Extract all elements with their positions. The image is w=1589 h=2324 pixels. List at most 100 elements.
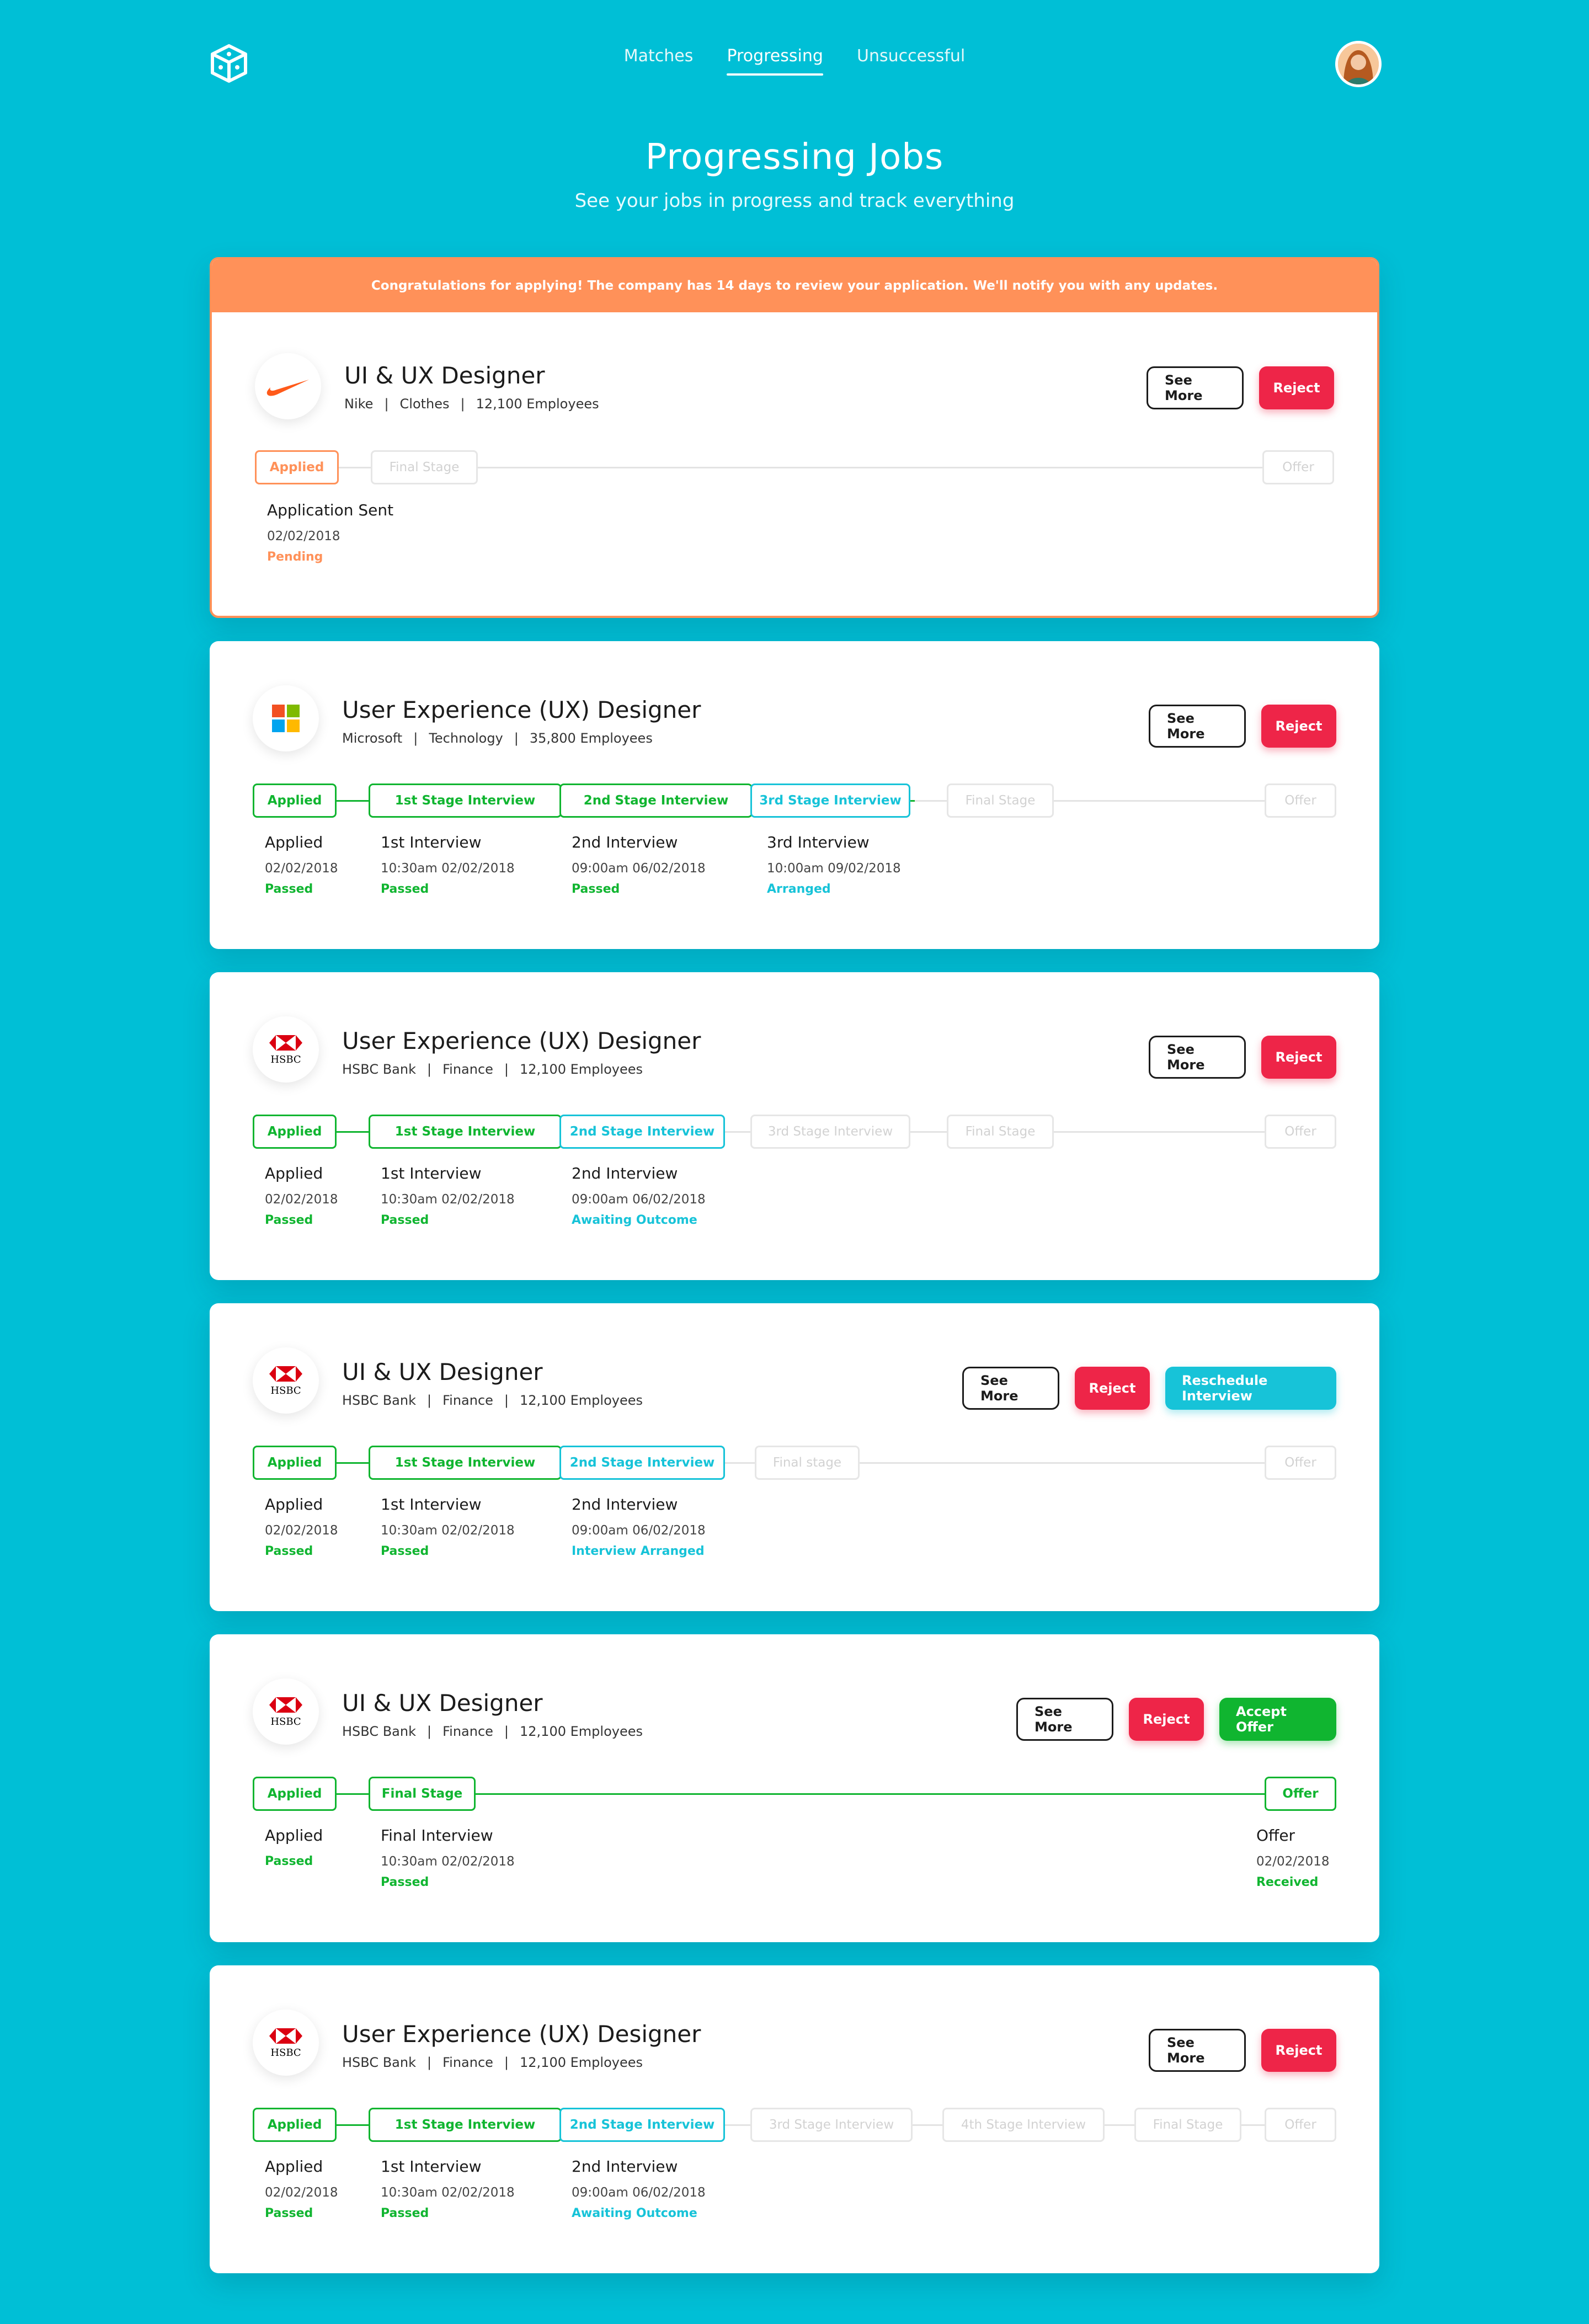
stage-applied[interactable]: Applied [255, 450, 339, 484]
stage-1st-interview[interactable]: 1st Stage Interview [369, 1115, 562, 1149]
stage-offer[interactable]: Offer [1265, 1777, 1336, 1811]
see-more-button[interactable]: See More [1147, 366, 1244, 409]
card-actions: See More Reject Reschedule Interview [962, 1367, 1336, 1410]
detail-title: Applied [265, 833, 323, 851]
see-more-button[interactable]: See More [962, 1367, 1059, 1410]
tab-unsuccessful[interactable]: Unsuccessful [857, 46, 965, 76]
stage-3rd-interview[interactable]: 3rd Stage Interview [750, 2108, 913, 2142]
detail-title: Applied [265, 2157, 323, 2176]
detail-item: Offer 02/02/2018 Received [1256, 1826, 1330, 1889]
company-employees: 12,100 Employees [520, 1062, 643, 1077]
progress-track: Applied 1st Stage Interview 2nd Stage In… [253, 1446, 1336, 1480]
stage-final[interactable]: Final Stage [371, 450, 478, 484]
detail-title: 3rd Interview [767, 833, 870, 851]
detail-status: Passed [381, 1544, 429, 1558]
stage-final[interactable]: Final stage [755, 1446, 860, 1480]
stage-3rd-interview[interactable]: 3rd Stage Interview [750, 1115, 910, 1149]
detail-item: 2nd Interview 09:00am 06/02/2018 Awaitin… [572, 2157, 706, 2220]
card-actions: See More Reject Accept Offer [1016, 1698, 1336, 1741]
detail-item: Final Interview 10:30am 02/02/2018 Passe… [381, 1826, 515, 1889]
stage-final[interactable]: Final Stage [947, 783, 1054, 818]
job-title: UI & UX Designer [342, 1689, 543, 1717]
stage-2nd-interview[interactable]: 2nd Stage Interview [559, 783, 753, 818]
see-more-button[interactable]: See More [1016, 1698, 1113, 1741]
detail-item: 1st Interview 10:30am 02/02/2018 Passed [381, 1495, 515, 1558]
stage-offer[interactable]: Offer [1265, 783, 1336, 818]
stage-3rd-interview[interactable]: 3rd Stage Interview [750, 783, 910, 818]
accept-offer-button[interactable]: Accept Offer [1219, 1698, 1336, 1741]
detail-date: 09:00am 06/02/2018 [572, 1523, 706, 1538]
tab-matches[interactable]: Matches [624, 46, 694, 76]
stage-1st-interview[interactable]: 1st Stage Interview [369, 1446, 562, 1480]
detail-title: 1st Interview [381, 1164, 482, 1182]
stage-2nd-interview[interactable]: 2nd Stage Interview [559, 1115, 725, 1149]
user-avatar-icon [1338, 44, 1379, 84]
detail-item: 1st Interview 10:30am 02/02/2018 Passed [381, 2157, 515, 2220]
company-logo [255, 353, 321, 419]
job-title: User Experience (UX) Designer [342, 1027, 701, 1054]
reject-button[interactable]: Reject [1075, 1367, 1150, 1410]
see-more-button[interactable]: See More [1149, 1036, 1246, 1079]
stage-offer[interactable]: Offer [1265, 1446, 1336, 1480]
nike-swoosh-icon [266, 380, 309, 396]
detail-date: 02/02/2018 [1256, 1854, 1330, 1869]
company-name: Nike [344, 396, 374, 412]
company-sector: Finance [442, 1724, 493, 1739]
hsbc-hexagon-icon: HSBC [269, 1697, 302, 1728]
top-bar: Matches Progressing Unsuccessful [0, 0, 1589, 127]
svg-text:HSBC: HSBC [270, 1385, 301, 1396]
reject-button[interactable]: Reject [1261, 1036, 1336, 1079]
detail-status: Pending [267, 550, 323, 564]
stage-applied[interactable]: Applied [253, 2108, 337, 2142]
tab-progressing[interactable]: Progressing [727, 46, 824, 76]
stage-4th-interview[interactable]: 4th Stage Interview [942, 2108, 1105, 2142]
stage-applied[interactable]: Applied [253, 783, 337, 818]
progress-track: Applied Final Stage Offer [253, 1777, 1336, 1811]
detail-item: Applied 02/02/2018 Passed [265, 833, 338, 896]
detail-date: 10:30am 02/02/2018 [381, 1523, 515, 1538]
stage-applied[interactable]: Applied [253, 1446, 337, 1480]
detail-title: Applied [265, 1164, 323, 1182]
reject-button[interactable]: Reject [1259, 366, 1334, 409]
reschedule-interview-button[interactable]: Reschedule Interview [1165, 1367, 1336, 1410]
detail-status: Received [1256, 1875, 1319, 1889]
detail-item: 1st Interview 10:30am 02/02/2018 Passed [381, 1164, 515, 1227]
avatar[interactable] [1335, 41, 1382, 87]
detail-status: Passed [265, 1213, 313, 1227]
job-card: HSBC UI & UX Designer HSBC Bank | Finance |… [210, 1634, 1379, 1942]
detail-item: Applied 02/02/2018 Passed [265, 1495, 338, 1558]
progress-track: Applied 1st Stage Interview 2nd Stage In… [253, 783, 1336, 818]
stage-1st-interview[interactable]: 1st Stage Interview [369, 783, 562, 818]
stage-offer[interactable]: Offer [1262, 450, 1334, 484]
reject-button[interactable]: Reject [1261, 705, 1336, 748]
stage-1st-interview[interactable]: 1st Stage Interview [369, 2108, 562, 2142]
company-employees: 12,100 Employees [476, 396, 599, 412]
job-title: UI & UX Designer [342, 1358, 543, 1385]
stage-applied[interactable]: Applied [253, 1777, 337, 1811]
stage-2nd-interview[interactable]: 2nd Stage Interview [559, 1446, 725, 1480]
detail-date: 10:30am 02/02/2018 [381, 1854, 515, 1869]
reject-button[interactable]: Reject [1261, 2029, 1336, 2072]
stage-offer[interactable]: Offer [1265, 1115, 1336, 1149]
company-name: Microsoft [342, 731, 403, 746]
job-card: Congratulations for applying! The compan… [210, 257, 1379, 618]
company-logo: HSBC [253, 1347, 319, 1414]
reject-button[interactable]: Reject [1129, 1698, 1204, 1741]
detail-title: 2nd Interview [572, 1495, 678, 1513]
svg-text:HSBC: HSBC [270, 1054, 301, 1065]
stage-final[interactable]: Final Stage [1134, 2108, 1241, 2142]
stage-2nd-interview[interactable]: 2nd Stage Interview [559, 2108, 725, 2142]
detail-date: 09:00am 06/02/2018 [572, 2186, 706, 2200]
stage-final[interactable]: Final Stage [947, 1115, 1054, 1149]
card-actions: See More Reject [1147, 366, 1334, 409]
stage-final[interactable]: Final Stage [369, 1777, 476, 1811]
company-employees: 35,800 Employees [529, 731, 653, 746]
see-more-button[interactable]: See More [1149, 2029, 1246, 2072]
see-more-button[interactable]: See More [1149, 705, 1246, 748]
detail-status: Passed [265, 1854, 313, 1868]
job-title: User Experience (UX) Designer [342, 2021, 701, 2048]
stage-applied[interactable]: Applied [253, 1115, 337, 1149]
stage-offer[interactable]: Offer [1265, 2108, 1336, 2142]
detail-date: 02/02/2018 [265, 1192, 338, 1207]
company-employees: 12,100 Employees [520, 1724, 643, 1739]
